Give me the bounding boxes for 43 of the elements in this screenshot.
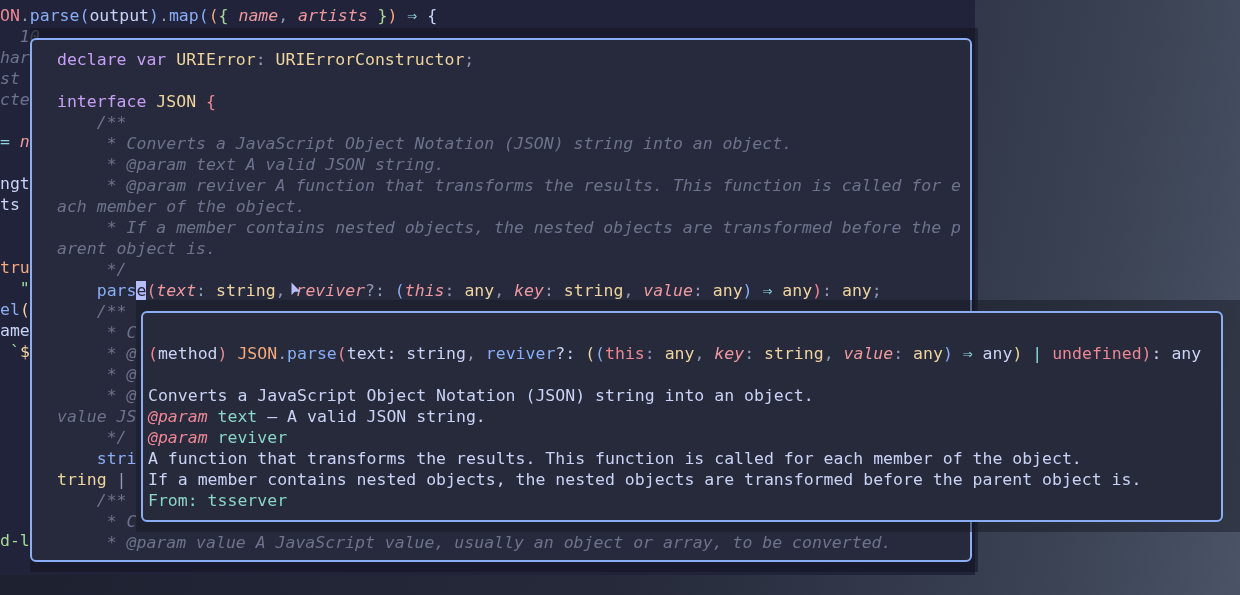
doc-line: From: tsserver [148,490,289,511]
code-line: /** [95,490,127,511]
code-line: /** [95,301,127,322]
code-line: interface JSON { [57,91,216,112]
doc-line: @param reviver [148,427,289,448]
code-line: * @param value A JavaScript value, usually an object or array, to be converted. [105,532,892,553]
code-line: cte [0,89,30,110]
code-line: har [0,47,30,68]
code-line: tru [0,257,30,278]
code-line: arent object is. [57,238,216,259]
code-line: * @ [105,343,137,364]
doc-line: @param text — A valid JSON string. [148,406,487,427]
doc-line: If a member contains nested objects, the nested objects are transformed before the parent object is. [148,469,1143,490]
code-line: el( [0,299,30,320]
code-line: " [18,278,30,299]
code-line: = n [0,131,30,152]
code-line: stri [95,448,137,469]
doc-line: A function that transforms the results. This function is called for each member of the object. [148,448,1083,469]
code-line: value JS [57,406,137,427]
code-line: /** [95,112,127,133]
code-line: * C [105,322,137,343]
code-line: declare var URIError: URIErrorConstructor; [57,49,475,70]
code-line: tring | [57,469,127,490]
code-line: ach member of the object. [57,196,306,217]
code-line: * @param reviver A function that transforms the results. This function is called for e [105,175,961,196]
doc-line: Converts a JavaScript Object Notation (JSON) string into an object. [148,385,815,406]
code-line: * @param text A valid JSON string. [105,154,445,175]
code-line: */ [105,427,127,448]
code-line: ame [0,320,30,341]
code-line: * If a member contains nested objects, the nested objects are transformed before the p [105,217,961,238]
code-line: d-l [0,530,30,551]
code-line: ON.parse(output).map(({ name, artists }) ⇒ { [0,5,438,26]
code-line: * @ [105,364,137,385]
code-line: ts [0,194,20,215]
code-line: * Converts a JavaScript Object Notation (JSON) string into an object. [105,133,793,154]
code-line: parse(text: string, reviver?: (this: any, key: string, value: any) ⇒ any): any; [95,280,882,301]
code-line: */ [105,259,127,280]
code-line: st [0,68,20,89]
code-line: * C [105,511,137,532]
code-line: * @ [105,385,137,406]
code-line: `$ [8,341,30,362]
code-line: ngt [0,173,30,194]
method-signature: (method) JSON.parse(text: string, reviver?: ((this: any, key: string, value: any) ⇒ any) | undefined): any [148,343,1203,364]
